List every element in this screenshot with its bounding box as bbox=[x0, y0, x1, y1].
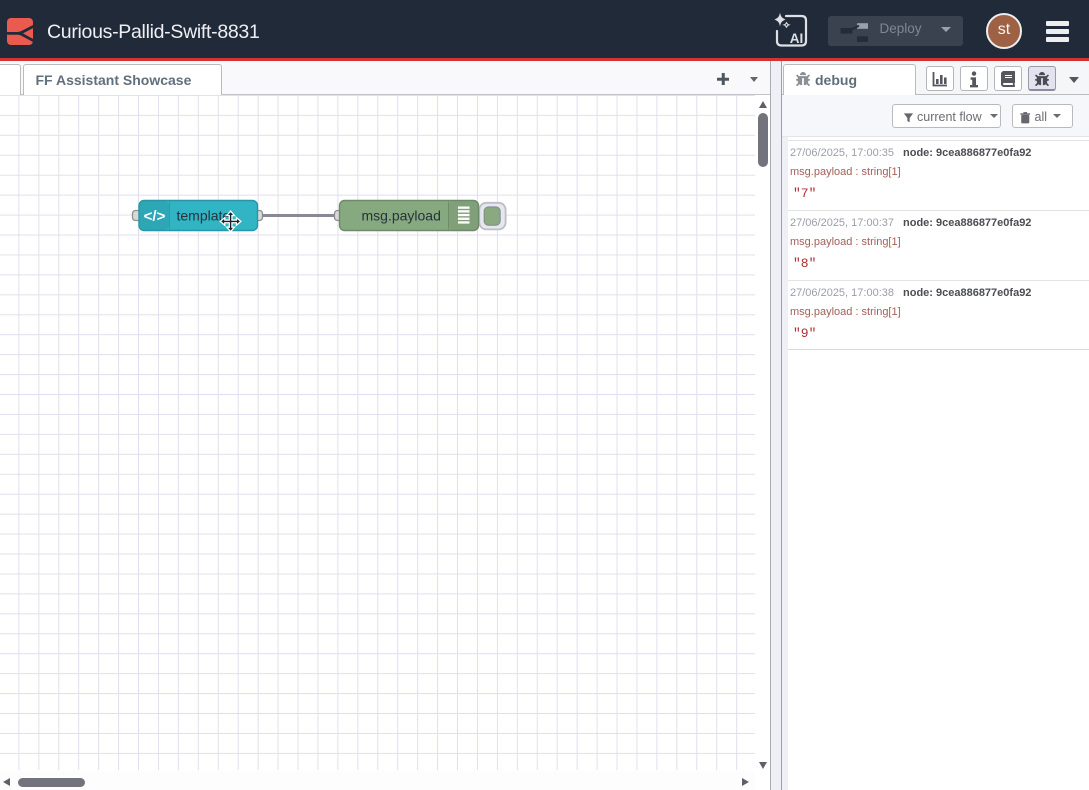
svg-text:msg.payload: msg.payload bbox=[362, 207, 441, 223]
svg-text:</>: </> bbox=[144, 208, 166, 225]
svg-text:AI: AI bbox=[790, 31, 804, 46]
